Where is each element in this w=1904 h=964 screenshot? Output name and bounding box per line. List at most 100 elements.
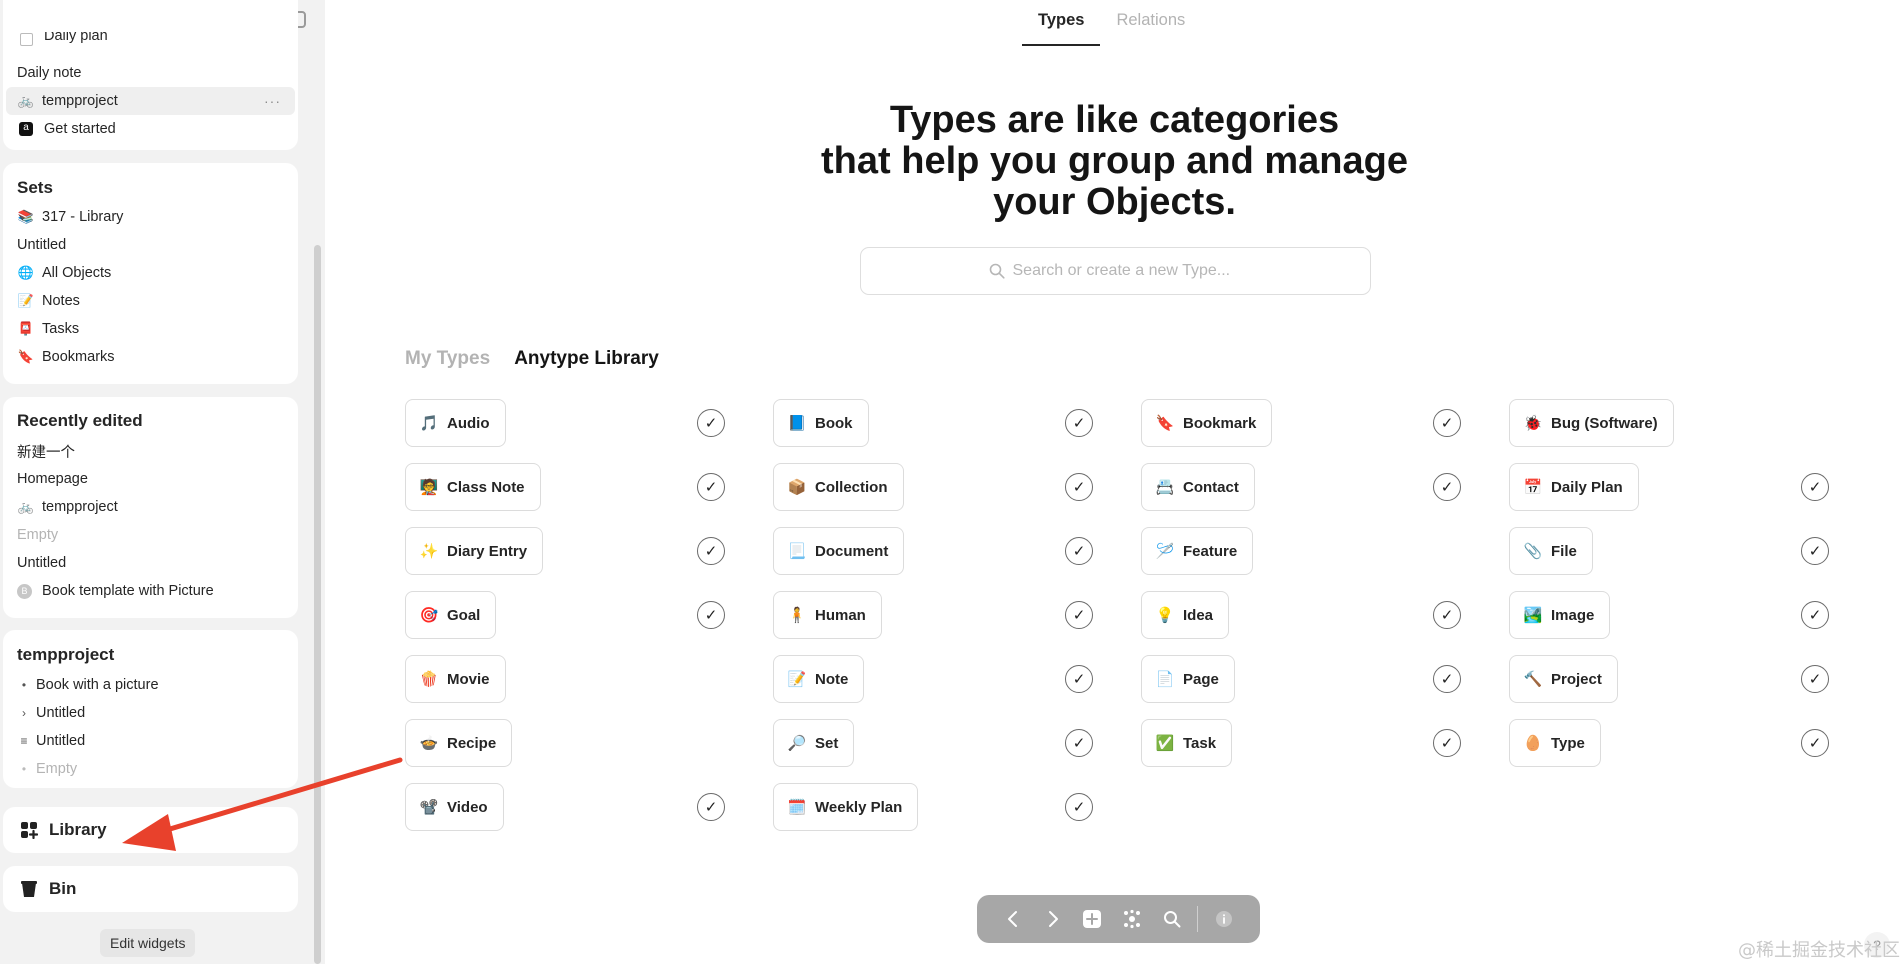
tree-item[interactable]: › Untitled [3,699,298,727]
tree-item[interactable]: ≡ Untitled [3,727,298,755]
list-item-daily-note[interactable]: Daily note [3,59,298,87]
installed-check-icon[interactable]: ✓ [1065,665,1093,693]
type-chip-human[interactable]: 🧍 Human [773,591,882,639]
type-chip-task[interactable]: ✅ Task [1141,719,1233,767]
tree-item-label: Untitled [36,733,86,749]
tab-relations[interactable]: Relations [1100,0,1201,46]
installed-check-icon[interactable]: ✓ [697,537,725,565]
edit-widgets-button[interactable]: Edit widgets [100,929,196,957]
type-chip-set[interactable]: 🔎 Set [773,719,855,767]
type-chip-goal[interactable]: 🎯 Goal [405,591,497,639]
plus-icon[interactable] [1072,899,1112,939]
type-chip-bug-software[interactable]: 🐞 Bug (Software) [1509,399,1674,447]
type-chip-label: Weekly Plan [815,798,903,816]
installed-check-icon[interactable]: ✓ [1065,793,1093,821]
type-chip-project[interactable]: 🔨 Project [1509,655,1618,703]
list-item[interactable]: Empty [3,521,298,549]
type-chip-daily-plan[interactable]: 📅 Daily Plan [1509,463,1639,511]
list-item[interactable]: 🔖 Bookmarks [3,343,298,371]
type-chip-note[interactable]: 📝 Note [773,655,865,703]
type-chip-feature[interactable]: 🪡 Feature [1141,527,1254,575]
forward-arrow-icon[interactable] [1033,899,1073,939]
type-chip-image[interactable]: 🏞️ Image [1509,591,1611,639]
type-chip-label: Document [815,542,889,560]
list-item-get-started[interactable]: a Get started [3,115,298,143]
tab-my-types[interactable]: My Types [405,348,490,370]
widget-recently-edited: Recently edited 新建一个 Homepage 🚲 tempproje… [3,397,298,618]
bowl-icon: 🍲 [419,735,439,752]
installed-check-icon[interactable]: ✓ [1801,537,1829,565]
type-search-box[interactable] [860,247,1371,295]
list-item[interactable]: 新建一个 [3,437,298,465]
type-chip-recipe[interactable]: 🍲 Recipe [405,719,513,767]
installed-check-icon[interactable]: ✓ [1801,665,1829,693]
type-chip-audio[interactable]: 🎵 Audio [405,399,506,447]
list-item-label: tempproject [42,93,118,109]
type-chip-page[interactable]: 📄 Page [1141,655,1235,703]
installed-check-icon[interactable]: ✓ [697,409,725,437]
graph-icon[interactable] [1112,899,1152,939]
type-chip-movie[interactable]: 🍿 Movie [405,655,506,703]
chevron-right-icon[interactable]: › [17,706,31,720]
installed-check-icon[interactable]: ✓ [1065,537,1093,565]
back-arrow-icon[interactable] [993,899,1033,939]
books-icon: 📚 [17,209,35,224]
list-item[interactable]: Untitled [3,549,298,577]
installed-check-icon[interactable]: ✓ [1801,601,1829,629]
library-button[interactable]: Library [3,807,298,853]
calendar-icon: 📅 [1523,479,1543,496]
installed-check-icon[interactable]: ✓ [697,473,725,501]
list-item[interactable]: Untitled [3,231,298,259]
installed-check-icon[interactable]: ✓ [1801,473,1829,501]
list-item[interactable]: Daily plan [3,32,298,46]
installed-check-icon[interactable]: ✓ [1433,729,1461,757]
type-search-input[interactable] [1012,262,1243,280]
tab-types[interactable]: Types [1022,0,1101,46]
installed-check-icon[interactable]: ✓ [1065,409,1093,437]
list-item[interactable]: B Book template with Picture [3,577,298,605]
list-item[interactable]: 🌐 All Objects [3,259,298,287]
bin-button[interactable]: Bin [3,866,298,912]
installed-check-icon[interactable]: ✓ [1433,601,1461,629]
toolbar-divider [1197,906,1199,932]
installed-check-icon[interactable]: ✓ [697,601,725,629]
type-chip-diary-entry[interactable]: ✨ Diary Entry [405,527,544,575]
type-chip-document[interactable]: 📃 Document [773,527,905,575]
list-item[interactable]: 🚲 tempproject [3,493,298,521]
type-chip-idea[interactable]: 💡 Idea [1141,591,1230,639]
list-item[interactable]: 📮 Tasks [3,315,298,343]
tab-anytype-library[interactable]: Anytype Library [514,348,659,370]
widget-title[interactable]: Recently edited [3,411,298,431]
widget-title[interactable]: Sets [3,178,298,198]
type-chip-file[interactable]: 📎 File [1509,527,1593,575]
type-chip-video[interactable]: 📽️ Video [405,783,504,831]
type-chip-contact[interactable]: 📇 Contact [1141,463,1255,511]
list-item[interactable]: 📝 Notes [3,287,298,315]
tree-item[interactable]: • Empty [3,755,298,783]
type-chip-book[interactable]: 📘 Book [773,399,869,447]
installed-check-icon[interactable]: ✓ [1065,729,1093,757]
list-item[interactable]: 📚 317 - Library [3,203,298,231]
info-icon[interactable] [1204,899,1244,939]
installed-check-icon[interactable]: ✓ [1065,473,1093,501]
installed-check-icon[interactable]: ✓ [1433,473,1461,501]
sidebar-scrollbar[interactable] [314,245,321,964]
installed-check-icon[interactable]: ✓ [1801,729,1829,757]
type-chip-weekly-plan[interactable]: 🗓️ Weekly Plan [773,783,919,831]
list-item-tempproject[interactable]: 🚲 tempproject ··· [6,87,295,115]
installed-check-icon[interactable]: ✓ [1065,601,1093,629]
type-chip-collection[interactable]: 📦 Collection [773,463,904,511]
type-chip-class-note[interactable]: 🧑‍🏫 Class Note [405,463,541,511]
type-chip-bookmark[interactable]: 🔖 Bookmark [1141,399,1273,447]
installed-check-icon[interactable]: ✓ [697,793,725,821]
more-options-icon[interactable]: ··· [264,93,281,109]
installed-check-icon[interactable]: ✓ [1433,409,1461,437]
list-item[interactable]: Homepage [3,465,298,493]
type-chip-label: Idea [1183,606,1214,624]
type-chip-type[interactable]: 🥚 Type [1509,719,1601,767]
list-item-label: 317 - Library [42,209,124,225]
installed-check-icon[interactable]: ✓ [1433,665,1461,693]
widget-title[interactable]: tempproject [3,645,298,665]
tree-item[interactable]: • Book with a picture [3,671,298,699]
search-icon[interactable] [1152,899,1192,939]
